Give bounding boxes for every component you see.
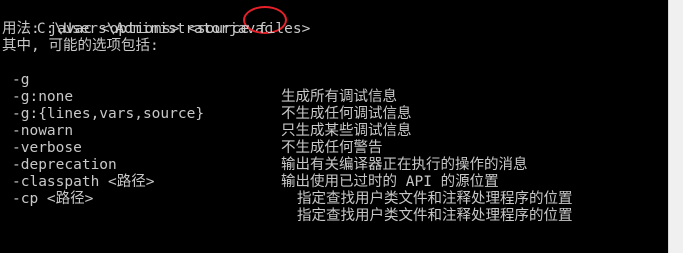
command-prompt-window: C:\Users\Administratorjavac 用法: javac <o… bbox=[0, 0, 669, 253]
option-row: -deprecation 输出使用已过时的 API 的源位置 bbox=[2, 140, 662, 190]
option-row: -g:none 不生成任何调试信息 bbox=[2, 72, 662, 122]
option-description: 指定查找用户类文件和注释处理程序的位置 bbox=[297, 191, 573, 208]
option-description: 指定查找用户类文件和注释处理程序的位置 bbox=[297, 208, 573, 225]
option-row: -g:{lines,vars,source} 只生成某些调试信息 bbox=[2, 89, 662, 139]
option-row: -cp <路径> 指定查找用户类文件和注释处理程序的位置 bbox=[2, 174, 662, 224]
usage-line: 用法: javac <options> <source files> bbox=[2, 21, 311, 37]
vertical-scrollbar[interactable] bbox=[668, 0, 683, 253]
option-row: -classpath <路径> 指定查找用户类文件和注释处理程序的位置 bbox=[2, 157, 662, 207]
command-line: C:\Users\Administratorjavac bbox=[2, 4, 273, 37]
options-header: 其中, 可能的选项包括: bbox=[2, 38, 159, 54]
option-row: -g 生成所有调试信息 bbox=[2, 55, 662, 105]
option-flag: -cp <路径> bbox=[12, 191, 94, 208]
option-row: -verbose 输出有关编译器正在执行的操作的消息 bbox=[2, 123, 662, 173]
option-row: -nowarn 不生成任何警告 bbox=[2, 106, 662, 156]
